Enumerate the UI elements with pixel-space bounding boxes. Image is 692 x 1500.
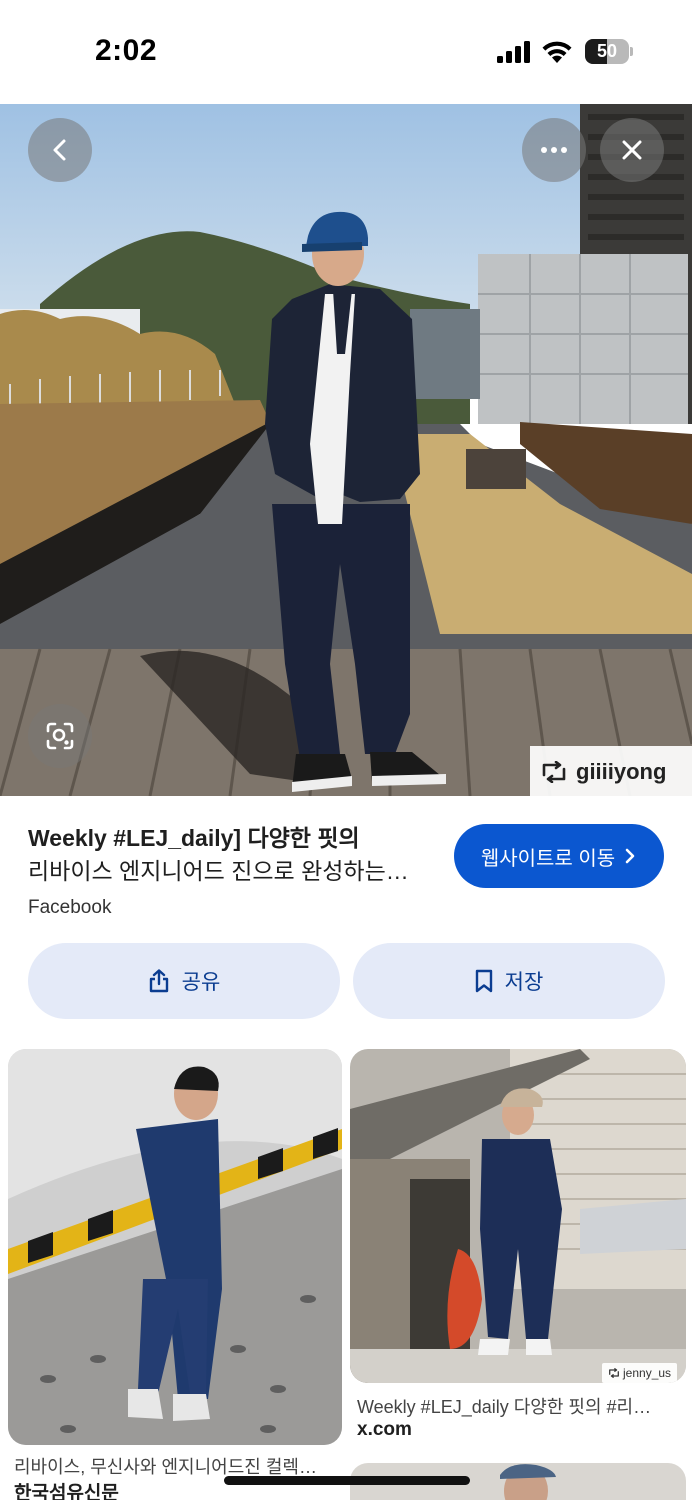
visit-website-label: 웹사이트로 이동 — [480, 847, 616, 870]
battery-level-text: 50 — [596, 41, 618, 61]
share-icon — [149, 969, 168, 993]
share-label: 공유 — [181, 971, 221, 994]
image-watermark: giiiiyong — [530, 746, 692, 796]
repost-icon — [542, 761, 566, 783]
chevron-left-icon — [53, 139, 66, 161]
cellular-signal-icon — [497, 41, 530, 63]
result-title-line2: 리바이스 엔지니어드 진으로 완성하는… — [28, 858, 409, 884]
back-button[interactable] — [28, 118, 92, 182]
related-watermark-2: jenny_us — [602, 1363, 678, 1383]
wifi-icon — [542, 41, 572, 63]
save-button[interactable]: 저장 — [353, 943, 665, 1019]
close-button[interactable] — [600, 118, 664, 182]
hero-photo — [0, 104, 692, 796]
result-title-line1: Weekly #LEJ_daily] 다양한 핏의 — [28, 825, 360, 851]
related-caption-2[interactable]: Weekly #LEJ_daily 다양한 핏의 #리… — [357, 1393, 682, 1419]
related-source-1: 한국섬유신문 — [14, 1483, 119, 1500]
hero-image[interactable]: giiiiyong — [0, 104, 692, 796]
visual-search-icon — [46, 722, 74, 750]
related-source-2: x.com — [357, 1419, 412, 1440]
more-horizontal-icon — [541, 147, 567, 153]
related-image-2[interactable]: jenny_us — [350, 1049, 686, 1383]
repost-icon — [609, 1368, 619, 1378]
status-time: 2:02 — [95, 34, 158, 67]
status-bar: 2:02 50 — [0, 0, 692, 104]
battery-indicator: 50 — [585, 39, 633, 64]
chevron-right-icon — [625, 848, 635, 864]
result-title[interactable]: Weekly #LEJ_daily] 다양한 핏의 리바이스 엔지니어드 진으로… — [28, 822, 438, 888]
related-image-1[interactable] — [8, 1049, 342, 1445]
result-source: Facebook — [28, 897, 112, 918]
visual-search-button[interactable] — [28, 704, 92, 768]
related-photo-2 — [350, 1049, 686, 1383]
share-button[interactable]: 공유 — [28, 943, 340, 1019]
bookmark-icon — [475, 969, 492, 993]
close-icon — [622, 140, 642, 160]
related-watermark-text-2: jenny_us — [623, 1366, 672, 1380]
more-options-button[interactable] — [522, 118, 586, 182]
watermark-text: giiiiyong — [576, 759, 667, 784]
related-photo-1 — [8, 1049, 342, 1445]
home-indicator[interactable] — [224, 1476, 470, 1485]
save-label: 저장 — [504, 971, 544, 994]
visit-website-button[interactable]: 웹사이트로 이동 — [454, 824, 664, 888]
